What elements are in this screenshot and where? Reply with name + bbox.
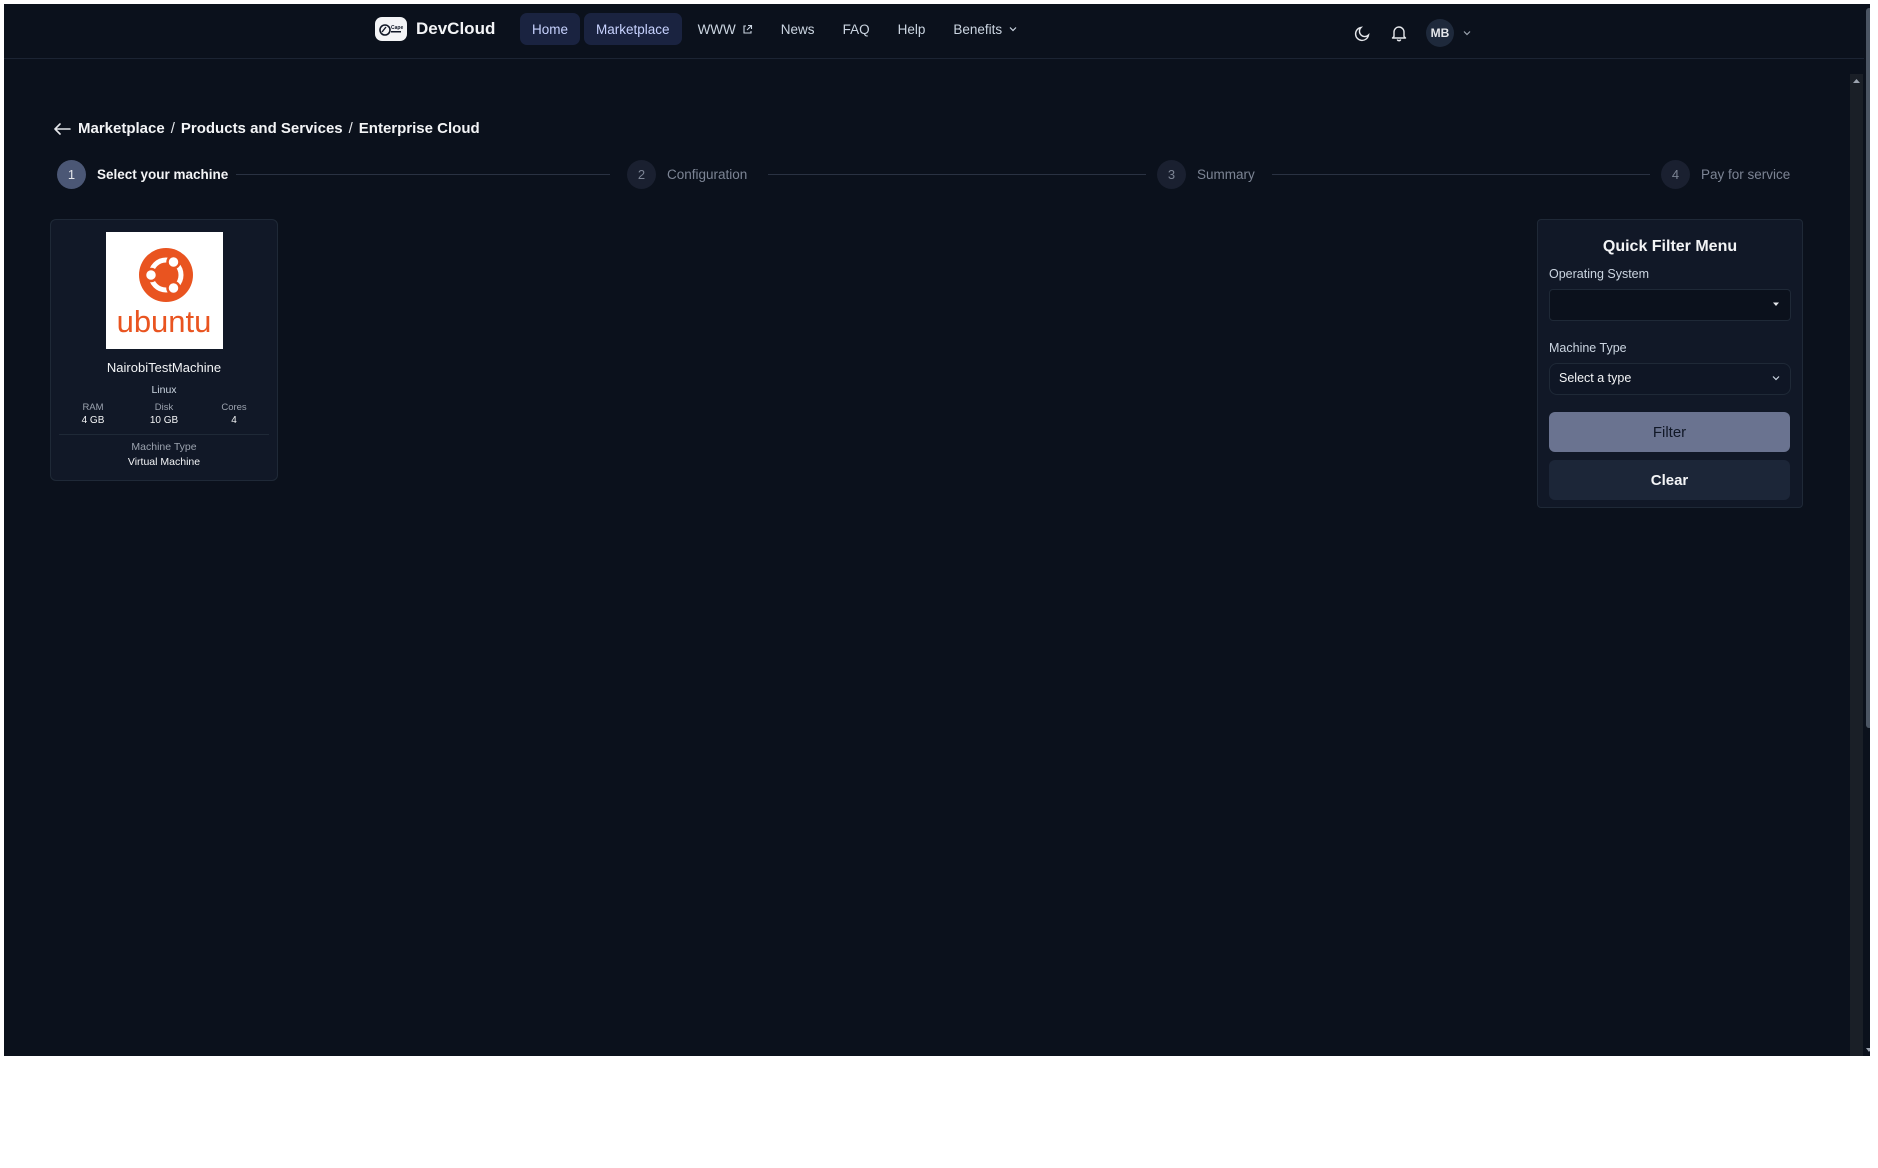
chevron-down-icon: [1772, 376, 1780, 381]
quick-filter-panel: Quick Filter Menu Operating System Machi…: [1537, 219, 1803, 508]
machine-type-label: Machine Type: [131, 441, 197, 453]
breadcrumb-products-services[interactable]: Products and Services: [181, 120, 343, 137]
stepper-connector: [768, 174, 1146, 175]
caret-down-icon: [1773, 302, 1779, 306]
spec-label: RAM: [82, 402, 104, 413]
nav-www[interactable]: WWW: [686, 13, 765, 45]
spec-cores: Cores 4: [204, 402, 264, 426]
machine-type-select[interactable]: Select a type: [1549, 363, 1791, 395]
step-pay-for-service: 4 Pay for service: [1661, 160, 1790, 189]
machine-type-filter-label: Machine Type: [1549, 341, 1627, 355]
header-actions: MB: [1354, 19, 1472, 47]
spec-value: 4 GB: [81, 415, 105, 426]
breadcrumb-marketplace[interactable]: Marketplace: [78, 120, 165, 137]
svg-text:ubuntu: ubuntu: [117, 304, 212, 339]
ubuntu-logo: ubuntu: [106, 232, 223, 349]
spec-label: Disk: [154, 402, 174, 413]
step-number: 2: [627, 160, 656, 189]
spec-disk: Disk 10 GB: [134, 402, 194, 426]
main-nav: Home Marketplace WWW News FAQ Help Benef…: [520, 13, 1030, 45]
page-scrollbar-thumb[interactable]: [1866, 8, 1870, 728]
external-link-icon: [743, 24, 752, 34]
machine-name: NairobiTestMachine: [106, 360, 222, 375]
scroll-down-arrow-icon[interactable]: [1864, 1046, 1870, 1054]
machine-card[interactable]: ubuntu NairobiTestMachine Linux RAM 4 GB…: [50, 219, 278, 481]
step-label: Select your machine: [97, 167, 229, 182]
app-window: Cape DevCloud Home Marketplace WWW News …: [4, 4, 1870, 1056]
avatar: MB: [1426, 19, 1454, 47]
nav-faq-label: FAQ: [842, 21, 870, 37]
svg-text:Cape: Cape: [391, 25, 403, 31]
step-label: Summary: [1197, 167, 1255, 182]
nav-help[interactable]: Help: [886, 13, 938, 45]
step-number: 4: [1661, 160, 1690, 189]
machine-type-select-value: Select a type: [1559, 371, 1632, 385]
logo[interactable]: Cape DevCloud: [375, 17, 495, 41]
notification-bell-icon[interactable]: [1390, 24, 1408, 42]
breadcrumb-separator: /: [170, 120, 175, 137]
spec-ram: RAM 4 GB: [63, 402, 123, 426]
breadcrumb-enterprise-cloud: Enterprise Cloud: [358, 120, 480, 137]
nav-marketplace-label: Marketplace: [596, 21, 670, 37]
os-filter-label: Operating System: [1549, 267, 1650, 281]
nav-faq[interactable]: FAQ: [831, 13, 882, 45]
step-number: 1: [57, 160, 86, 189]
nav-benefits[interactable]: Benefits: [941, 13, 1030, 45]
nav-marketplace[interactable]: Marketplace: [584, 13, 682, 45]
breadcrumb: Marketplace / Products and Services / En…: [52, 120, 480, 137]
filter-button[interactable]: Filter: [1549, 412, 1790, 452]
nav-news-label: News: [780, 21, 815, 37]
top-navbar: Cape DevCloud Home Marketplace WWW News …: [4, 4, 1870, 59]
machine-os: Linux: [151, 384, 177, 396]
spec-label: Cores: [221, 402, 247, 413]
content-scrollbar[interactable]: [1850, 74, 1863, 1056]
chevron-down-icon: [1463, 31, 1471, 36]
cloud-logo-icon: Cape: [379, 24, 403, 36]
nav-benefits-label: Benefits: [953, 21, 1003, 37]
back-arrow-icon[interactable]: [52, 121, 72, 137]
app-name: DevCloud: [416, 19, 496, 38]
step-label: Pay for service: [1701, 167, 1791, 182]
step-configuration: 2 Configuration: [627, 160, 747, 189]
nav-home[interactable]: Home: [520, 13, 581, 45]
clear-button[interactable]: Clear: [1549, 460, 1790, 500]
filter-title: Quick Filter Menu: [1602, 238, 1738, 255]
user-menu[interactable]: MB: [1426, 19, 1472, 47]
dark-mode-moon-icon[interactable]: [1354, 24, 1372, 42]
nav-help-label: Help: [897, 21, 926, 37]
scroll-up-arrow-icon[interactable]: [1850, 76, 1863, 86]
step-select-machine: 1 Select your machine: [57, 160, 228, 189]
ubuntu-logo-icon: ubuntu: [117, 248, 212, 339]
step-number: 3: [1157, 160, 1186, 189]
nav-www-label: WWW: [697, 21, 736, 37]
step-summary: 3 Summary: [1157, 160, 1255, 189]
machine-type-value: Virtual Machine: [127, 456, 201, 468]
breadcrumb-separator: /: [348, 120, 353, 137]
spec-value: 4: [231, 415, 237, 426]
spec-value: 10 GB: [149, 415, 179, 426]
page-scrollbar[interactable]: [1864, 4, 1870, 1056]
nav-home-label: Home: [532, 21, 569, 37]
chevron-down-icon: [1009, 27, 1017, 32]
card-divider: [59, 434, 269, 435]
stepper-connector: [236, 174, 610, 175]
logo-badge: Cape: [375, 17, 407, 41]
os-select[interactable]: [1549, 289, 1791, 321]
step-label: Configuration: [667, 167, 748, 182]
stepper-connector: [1272, 174, 1650, 175]
nav-news[interactable]: News: [769, 13, 827, 45]
